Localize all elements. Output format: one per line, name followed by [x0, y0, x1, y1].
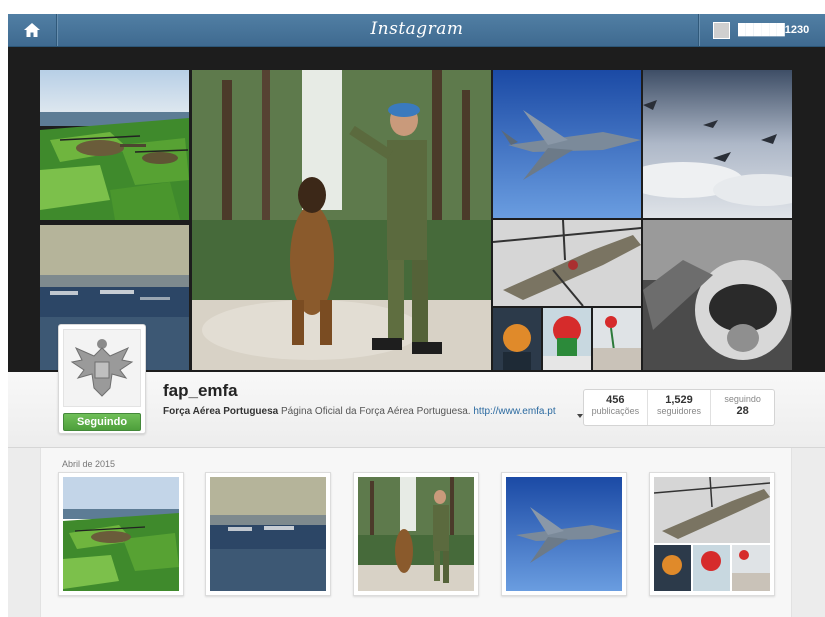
feed-photo-1[interactable]	[58, 472, 184, 596]
feed-section-date: Abril de 2015	[62, 459, 116, 469]
profile-avatar[interactable]	[63, 329, 141, 407]
profile-avatar-card: Seguindo	[58, 324, 146, 434]
banner-photo-fighter-jet[interactable]	[493, 70, 641, 218]
banner-photo-dog-soldier[interactable]	[192, 70, 491, 370]
coat-of-arms-icon	[64, 330, 140, 406]
feed-photo-4[interactable]	[501, 472, 627, 596]
stat-following-value: 28	[736, 405, 749, 417]
stat-followers[interactable]: 1,529 seguidores	[646, 390, 711, 425]
top-nav-bar: Instagram ██████1230	[8, 14, 825, 47]
stat-followers-value: 1,529	[665, 394, 693, 406]
feed-photo-3[interactable]	[353, 472, 479, 596]
profile-bio: Força Aérea Portuguesa Página Oficial da…	[163, 406, 556, 417]
stat-posts-label: publicações	[591, 406, 640, 416]
user-avatar	[713, 21, 730, 39]
banner-photo-helicopter-detail[interactable]	[493, 220, 641, 306]
profile-username: fap_emfa	[163, 381, 238, 400]
banner-photo-jet-formation[interactable]	[643, 70, 792, 218]
banner-photo-small-1[interactable]	[493, 308, 541, 370]
stat-following-label: seguindo	[724, 394, 761, 404]
profile-website-link[interactable]: http://www.emfa.pt	[473, 406, 555, 417]
feed-photo-2[interactable]	[205, 472, 331, 596]
user-name: ██████1230	[738, 24, 810, 36]
banner-photo-small-2[interactable]	[543, 308, 591, 370]
profile-bio-text: Página Oficial da Força Aérea Portuguesa…	[278, 406, 474, 417]
stat-posts[interactable]: 456 publicações	[584, 390, 647, 425]
banner-photo-helicopter[interactable]	[40, 70, 189, 220]
profile-stats: 456 publicações 1,529 seguidores seguind…	[583, 389, 775, 426]
banner-mosaic	[40, 70, 792, 370]
stat-following[interactable]: seguindo 28	[710, 390, 774, 425]
user-menu-button[interactable]: ██████1230	[698, 14, 825, 46]
banner-photo-small-3[interactable]	[593, 308, 641, 370]
banner-photo-pilot[interactable]	[643, 220, 792, 370]
following-button[interactable]: Seguindo	[63, 413, 141, 431]
stat-posts-value: 456	[606, 394, 625, 406]
profile-full-name: Força Aérea Portuguesa	[163, 406, 279, 417]
feed-photo-5[interactable]	[649, 472, 775, 596]
stat-followers-label: seguidores	[656, 406, 702, 416]
